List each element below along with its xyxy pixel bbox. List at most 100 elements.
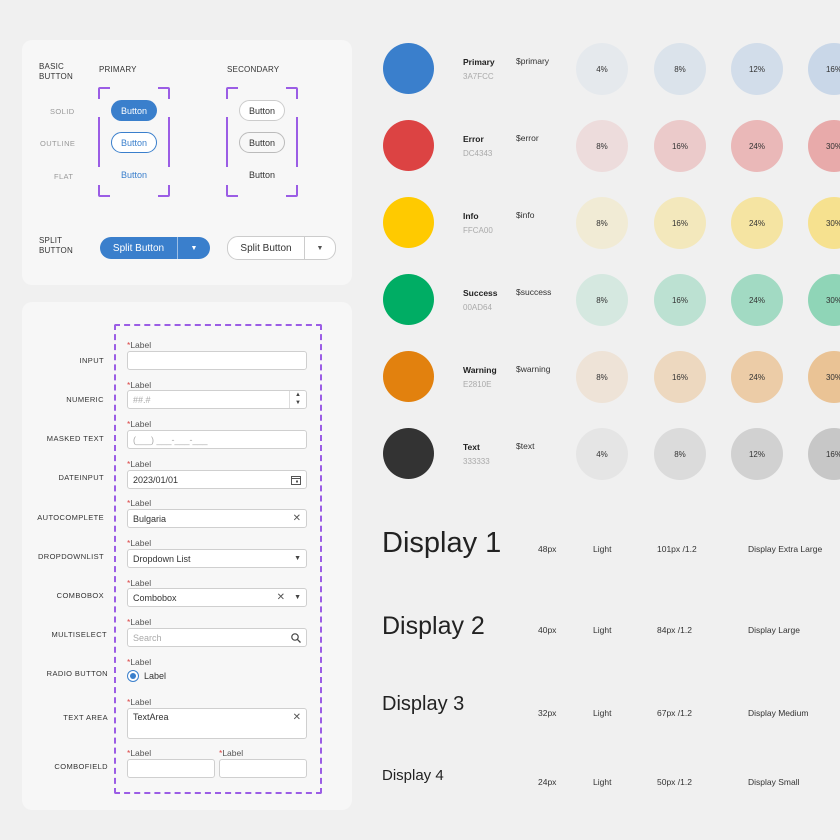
color-tint: 30% — [808, 274, 840, 326]
row-label-textarea: TEXT AREA — [63, 713, 108, 722]
dropdown-list[interactable]: Dropdown List ▼ — [127, 549, 307, 568]
text-input[interactable] — [127, 351, 307, 370]
color-hex: DC4343 — [463, 149, 493, 158]
numeric-placeholder: ##.# — [133, 394, 151, 405]
field-label: *Label — [127, 459, 152, 469]
field-label: *Label — [127, 617, 152, 627]
primary-solid-button[interactable]: Button — [111, 100, 157, 121]
text-area[interactable]: TextArea ✕ — [127, 708, 307, 739]
search-icon[interactable] — [291, 632, 301, 643]
color-swatch-error — [383, 120, 434, 171]
color-tint: 8% — [654, 428, 706, 480]
combofield-first[interactable] — [127, 759, 215, 778]
color-tint: 16% — [808, 43, 840, 95]
color-tint: 12% — [731, 428, 783, 480]
color-tint: 8% — [576, 274, 628, 326]
caret-down-icon[interactable]: ▼ — [294, 555, 301, 562]
color-variable: $warning — [516, 364, 551, 374]
row-label-multiselect: MULTISELECT — [51, 630, 107, 639]
color-tint: 24% — [731, 351, 783, 403]
row-label-numeric: NUMERIC — [66, 395, 104, 404]
color-tint: 30% — [808, 351, 840, 403]
radio-checked-icon[interactable] — [127, 670, 139, 682]
row-label-solid: SOLID — [50, 107, 75, 116]
secondary-split-button[interactable]: Split Button ▼ — [227, 236, 336, 260]
typography-line: 101px /1.2 — [657, 544, 697, 554]
field-label: *Label — [219, 748, 244, 758]
spinner-icon[interactable]: ▲ ▼ — [289, 391, 306, 408]
color-tint: 12% — [731, 43, 783, 95]
color-tint: 16% — [654, 274, 706, 326]
calendar-icon[interactable] — [291, 475, 301, 485]
date-input[interactable]: 2023/01/01 — [127, 470, 307, 489]
secondary-flat-button[interactable]: Button — [239, 164, 285, 185]
caret-down-icon[interactable]: ▼ — [294, 594, 301, 601]
combofield-second[interactable] — [219, 759, 307, 778]
color-tint: 4% — [576, 428, 628, 480]
masked-input[interactable]: (___) ___-___-___ — [127, 430, 307, 449]
typography-desc: Display Extra Large — [748, 544, 823, 554]
row-label-outline: OUTLINE — [40, 139, 76, 148]
field-label: *Label — [127, 340, 152, 350]
primary-outline-button[interactable]: Button — [111, 132, 157, 153]
color-name: Warning — [463, 365, 497, 375]
autocomplete-input[interactable]: Bulgaria ✕ — [127, 509, 307, 528]
secondary-split-label: Split Button — [240, 242, 292, 254]
clear-icon[interactable]: ✕ — [277, 592, 285, 603]
color-tint: 24% — [731, 197, 783, 249]
clear-icon[interactable]: ✕ — [293, 712, 301, 723]
row-label-radio: RADIO BUTTON — [46, 669, 108, 678]
buttons-card: BASIC BUTTON PRIMARY SECONDARY SOLID OUT… — [22, 40, 352, 285]
typography-desc: Display Large — [748, 625, 800, 635]
primary-split-label: Split Button — [112, 242, 165, 254]
numeric-input[interactable]: ##.# ▲ ▼ — [127, 390, 307, 409]
typography-size: 24px — [538, 777, 557, 787]
dropdown-value: Dropdown List — [133, 553, 191, 564]
typography-weight: Light — [593, 708, 612, 718]
secondary-solid-button[interactable]: Button — [239, 100, 285, 121]
primary-flat-button[interactable]: Button — [111, 164, 157, 185]
autocomplete-value: Bulgaria — [133, 513, 167, 524]
row-label-combobox: COMBOBOX — [56, 591, 104, 600]
color-swatch-text — [383, 428, 434, 479]
field-label: *Label — [127, 498, 152, 508]
caret-down-icon[interactable]: ▼ — [178, 245, 210, 252]
color-tint: 8% — [654, 43, 706, 95]
color-variable: $success — [516, 287, 552, 297]
color-variable: $info — [516, 210, 535, 220]
typography-weight: Light — [593, 544, 612, 554]
typography-weight: Light — [593, 625, 612, 635]
color-hex: E2810E — [463, 380, 492, 389]
primary-split-button[interactable]: Split Button ▼ — [100, 237, 210, 259]
color-hex: 00AD64 — [463, 303, 492, 312]
field-label: *Label — [127, 748, 152, 758]
typography-desc: Display Small — [748, 777, 800, 787]
field-label: *Label — [127, 697, 152, 707]
typography-title: Display 4 — [382, 767, 444, 784]
multiselect-input[interactable]: Search — [127, 628, 307, 647]
field-label: *Label — [127, 538, 152, 548]
textarea-value: TextArea — [133, 712, 169, 722]
color-hex: FFCA00 — [463, 226, 493, 235]
row-label-masked: MASKED TEXT — [46, 434, 104, 443]
color-variable: $primary — [516, 56, 550, 66]
secondary-header: SECONDARY — [227, 65, 280, 74]
color-name: Primary — [463, 57, 495, 67]
typography-weight: Light — [593, 777, 612, 787]
field-label: *Label — [127, 657, 152, 667]
color-tint: 16% — [654, 351, 706, 403]
color-tint: 24% — [731, 274, 783, 326]
color-tint: 30% — [808, 120, 840, 172]
radio-button[interactable]: Label — [127, 670, 166, 682]
color-tint: 16% — [808, 428, 840, 480]
secondary-outline-button[interactable]: Button — [239, 132, 285, 153]
color-tint: 16% — [654, 197, 706, 249]
combobox[interactable]: Combobox ✕ ▼ — [127, 588, 307, 607]
caret-down-icon[interactable]: ▼ — [305, 245, 335, 252]
typography-desc: Display Medium — [748, 708, 809, 718]
clear-icon[interactable]: ✕ — [293, 513, 301, 524]
typography-line: 84px /1.2 — [657, 625, 692, 635]
multiselect-placeholder: Search — [133, 632, 162, 643]
combobox-value: Combobox — [133, 592, 177, 603]
typography-title: Display 1 — [382, 527, 502, 559]
